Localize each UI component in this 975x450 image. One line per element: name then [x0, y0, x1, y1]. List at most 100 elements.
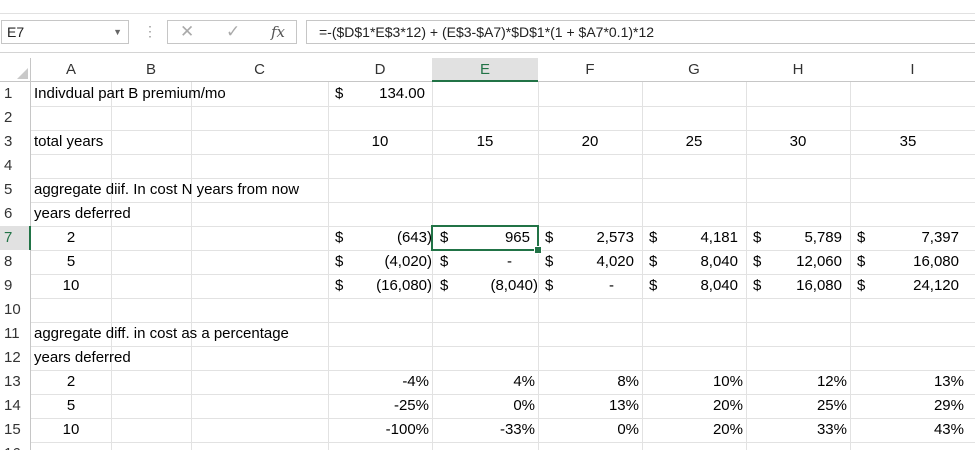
cell-f13[interactable]: 8%: [538, 370, 639, 394]
cell-i3[interactable]: 35: [850, 130, 966, 154]
cell-a15[interactable]: 10: [31, 418, 111, 442]
column-header-i[interactable]: I: [850, 58, 975, 82]
cell-g15[interactable]: 20%: [642, 418, 743, 442]
cell-d3[interactable]: 10: [328, 130, 432, 154]
cell-h14[interactable]: 25%: [746, 394, 847, 418]
row-header-14[interactable]: 14: [0, 394, 31, 418]
fill-handle[interactable]: [534, 246, 542, 254]
formula-buttons: ✕ ✓ fx: [167, 20, 297, 44]
row-header-1[interactable]: 1: [0, 82, 31, 106]
cell-f3[interactable]: 20: [538, 130, 642, 154]
cell-a1[interactable]: Indivdual part B premium/mo: [34, 82, 226, 106]
cell-g9[interactable]: 8,040: [642, 274, 738, 298]
cancel-icon[interactable]: ✕: [180, 21, 194, 43]
column-header-b[interactable]: B: [111, 58, 191, 82]
cell-f14[interactable]: 13%: [538, 394, 639, 418]
column-header-h[interactable]: H: [746, 58, 850, 82]
column-header-e[interactable]: E: [432, 58, 538, 82]
row-header-12[interactable]: 12: [0, 346, 31, 370]
cell-a12[interactable]: years deferred: [34, 346, 131, 370]
cell-a3[interactable]: total years: [34, 130, 103, 154]
cell-f15[interactable]: 0%: [538, 418, 639, 442]
cell-h13[interactable]: 12%: [746, 370, 847, 394]
worksheet-grid[interactable]: A B C D E F G H I 1 2 3 4 5 6 7 8 9 10 1…: [0, 58, 975, 450]
cell-i15[interactable]: 43%: [850, 418, 964, 442]
cell-d1[interactable]: 134.00: [328, 82, 425, 106]
cell-a7[interactable]: 2: [31, 226, 111, 250]
cell-d8[interactable]: (4,020): [328, 250, 432, 274]
column-header-c[interactable]: C: [191, 58, 328, 82]
name-box-value: E7: [7, 24, 25, 40]
cell-a8[interactable]: 5: [31, 250, 111, 274]
cell-i14[interactable]: 29%: [850, 394, 964, 418]
gridline: [31, 442, 975, 443]
cell-e9[interactable]: (8,040): [432, 274, 538, 298]
cell-d7[interactable]: (643): [328, 226, 432, 250]
gridline: [31, 202, 975, 203]
column-header-f[interactable]: F: [538, 58, 642, 82]
cell-h15[interactable]: 33%: [746, 418, 847, 442]
cell-a5[interactable]: aggregate diif. In cost N years from now: [34, 178, 299, 202]
cell-h9[interactable]: 16,080: [746, 274, 842, 298]
cell-e15[interactable]: -33%: [432, 418, 535, 442]
row-header-6[interactable]: 6: [0, 202, 31, 226]
more-options-icon[interactable]: ⋮: [143, 23, 157, 40]
cell-d14[interactable]: -25%: [328, 394, 429, 418]
formula-bar: E7 ▼ ⋮ ✕ ✓ fx =-($D$1*E$3*12) + (E$3-$A7…: [0, 14, 975, 53]
cell-e3[interactable]: 15: [432, 130, 538, 154]
row-header-15[interactable]: 15: [0, 418, 31, 442]
cell-i7[interactable]: 7,397: [850, 226, 959, 250]
row-header-10[interactable]: 10: [0, 298, 31, 322]
gridline: [31, 346, 975, 347]
formula-input[interactable]: =-($D$1*E$3*12) + (E$3-$A7)*$D$1*(1 + $A…: [306, 20, 975, 44]
enter-check-icon[interactable]: ✓: [226, 21, 240, 43]
gridline: [31, 154, 975, 155]
cell-i9[interactable]: 24,120: [850, 274, 959, 298]
row-header-2[interactable]: 2: [0, 106, 31, 130]
chevron-down-icon[interactable]: ▼: [113, 21, 122, 43]
cell-i13[interactable]: 13%: [850, 370, 964, 394]
row-header-11[interactable]: 11: [0, 322, 31, 346]
cell-d9[interactable]: (16,080): [328, 274, 432, 298]
active-cell-border: [431, 225, 539, 251]
row-header-9[interactable]: 9: [0, 274, 31, 298]
cell-d13[interactable]: -4%: [328, 370, 429, 394]
cell-h8[interactable]: 12,060: [746, 250, 842, 274]
cell-h7[interactable]: 5,789: [746, 226, 842, 250]
gridline: [31, 298, 975, 299]
select-all-button[interactable]: [0, 58, 31, 82]
row-header-3[interactable]: 3: [0, 130, 31, 154]
row-header-13[interactable]: 13: [0, 370, 31, 394]
cell-a6[interactable]: years deferred: [34, 202, 131, 226]
row-header-16[interactable]: 16: [0, 442, 31, 450]
row-header-7[interactable]: 7: [0, 226, 31, 250]
cell-f7[interactable]: 2,573: [538, 226, 634, 250]
column-header-a[interactable]: A: [31, 58, 111, 82]
cell-g7[interactable]: 4,181: [642, 226, 738, 250]
column-header-g[interactable]: G: [642, 58, 746, 82]
cell-a9[interactable]: 10: [31, 274, 111, 298]
cell-g3[interactable]: 25: [642, 130, 746, 154]
cell-e14[interactable]: 0%: [432, 394, 535, 418]
cell-e13[interactable]: 4%: [432, 370, 535, 394]
gridline: [31, 106, 975, 107]
cell-d15[interactable]: -100%: [328, 418, 429, 442]
insert-function-icon[interactable]: fx: [271, 21, 285, 43]
cell-g14[interactable]: 20%: [642, 394, 743, 418]
cell-e8[interactable]: -: [432, 250, 512, 274]
cell-g13[interactable]: 10%: [642, 370, 743, 394]
cell-a11[interactable]: aggregate diff. in cost as a percentage: [34, 322, 289, 346]
cell-h3[interactable]: 30: [746, 130, 850, 154]
column-header-d[interactable]: D: [328, 58, 432, 82]
row-header-5[interactable]: 5: [0, 178, 31, 202]
ribbon-bottom-edge: [0, 0, 975, 14]
row-header-8[interactable]: 8: [0, 250, 31, 274]
cell-a13[interactable]: 2: [31, 370, 111, 394]
name-box[interactable]: E7 ▼: [1, 20, 129, 44]
cell-g8[interactable]: 8,040: [642, 250, 738, 274]
cell-i8[interactable]: 16,080: [850, 250, 959, 274]
row-header-4[interactable]: 4: [0, 154, 31, 178]
cell-f8[interactable]: 4,020: [538, 250, 634, 274]
cell-a14[interactable]: 5: [31, 394, 111, 418]
cell-f9[interactable]: -: [538, 274, 614, 298]
